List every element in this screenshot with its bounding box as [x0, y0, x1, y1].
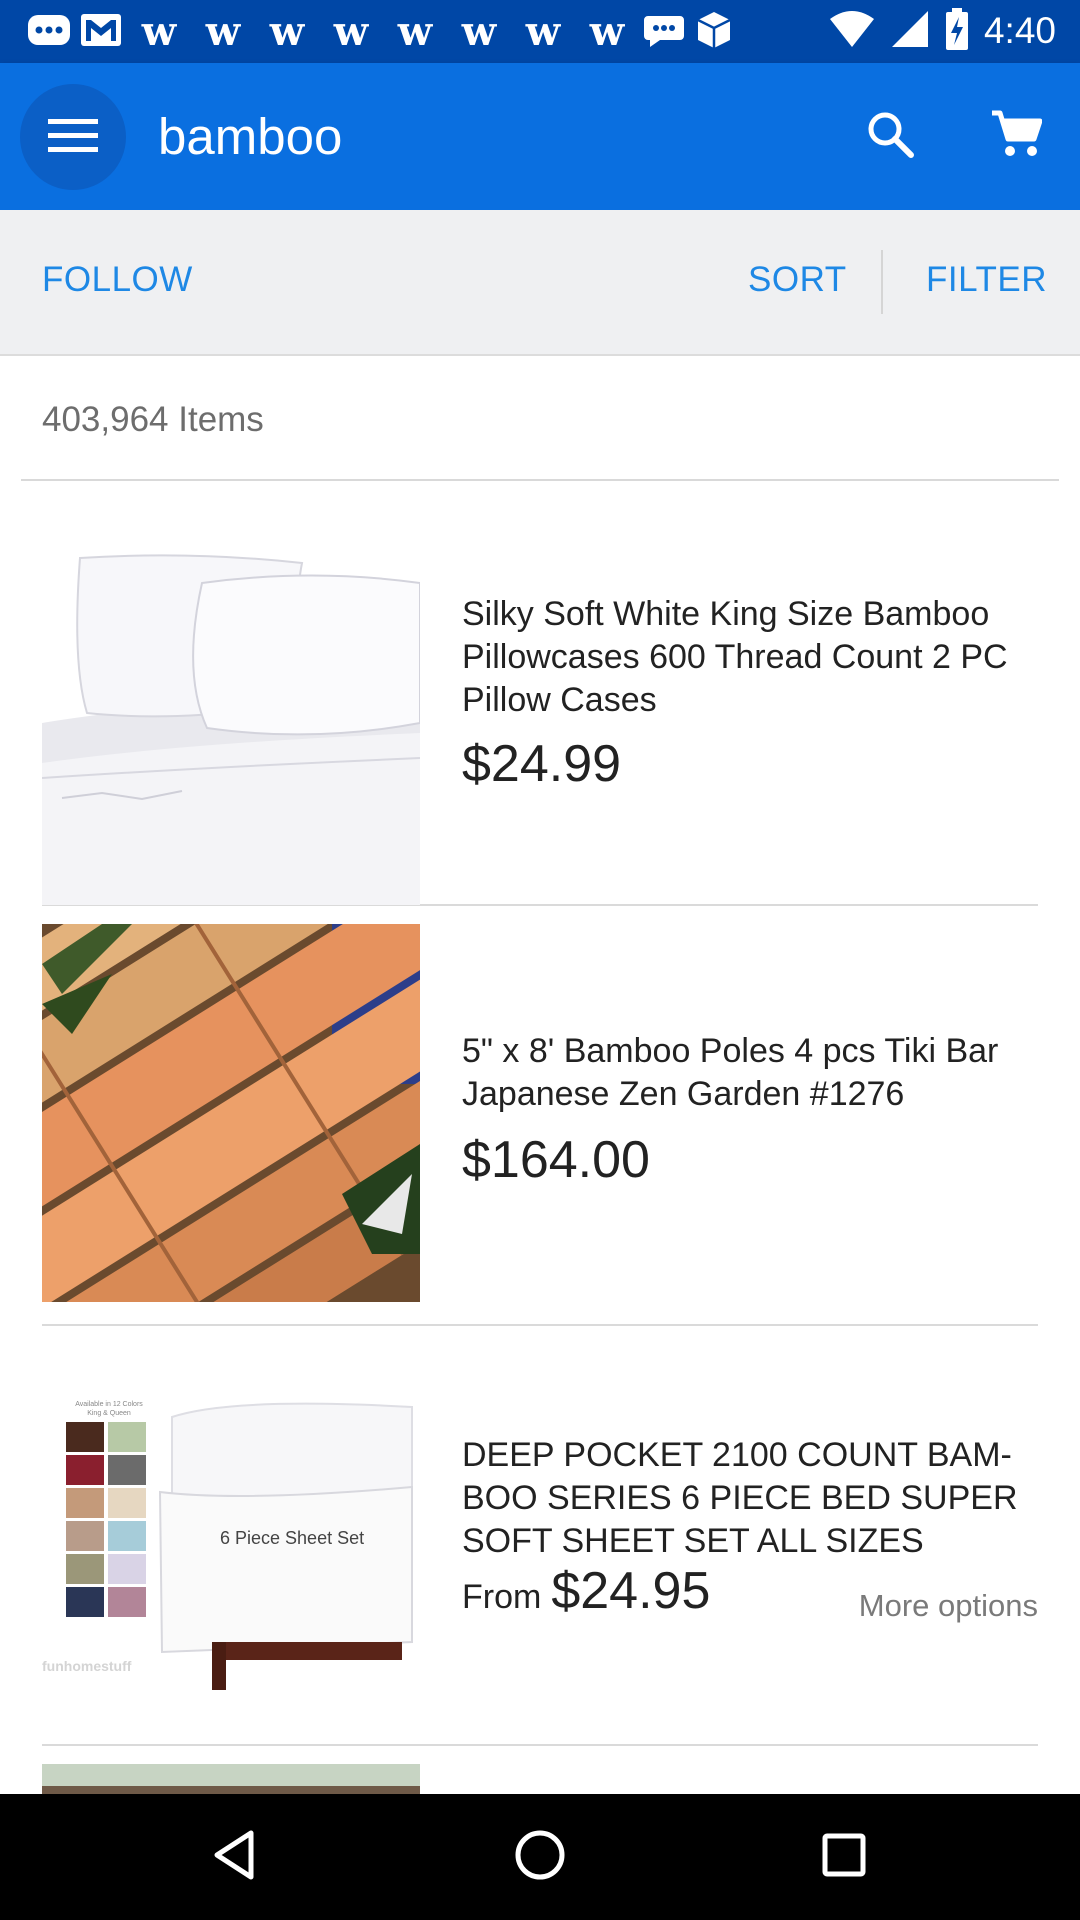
action-divider [881, 250, 883, 314]
notification-icons: w w w w w w w w [26, 8, 736, 55]
list-item[interactable]: Silky Soft White King Size Bamboo Pillow… [42, 529, 1038, 906]
follow-button[interactable]: FOLLOW [42, 260, 193, 300]
result-count: 403,964 Items [42, 400, 264, 439]
watermark: funhomestuff [42, 1658, 132, 1674]
list-item[interactable]: 5" x 8' Bamboo Poles 4 pcs Tiki Bar Japa… [42, 906, 1038, 1326]
more-options-link[interactable]: More options [859, 1588, 1038, 1624]
sort-button[interactable]: SORT [748, 260, 847, 300]
w-app-icon: w [141, 8, 177, 55]
message-icon [26, 11, 72, 54]
recents-button[interactable] [809, 1822, 879, 1892]
recents-icon [821, 1832, 867, 1883]
listing-title[interactable]: DEEP POCKET 2100 COUNT BAM-BOO SERIES 6 … [462, 1434, 1042, 1563]
listing-image[interactable] [42, 1764, 420, 1794]
cart-icon [990, 109, 1043, 164]
price-prefix: From [462, 1578, 542, 1616]
action-bar: FOLLOW SORT FILTER [0, 210, 1080, 356]
back-icon [211, 1829, 259, 1886]
listing-title[interactable]: 5" x 8' Bamboo Poles 4 pcs Tiki Bar Japa… [462, 1030, 1042, 1116]
listing-price-row: From $24.95 [462, 1561, 710, 1621]
status-bar: w w w w w w w w 4:40 [0, 0, 1080, 63]
w-app-icon: w [461, 8, 497, 55]
listing-price: $24.95 [551, 1562, 711, 1620]
swatch-header: Available in 12 Colors King & Queen [75, 1401, 143, 1417]
listing-price: $24.99 [462, 735, 622, 793]
list-item[interactable] [42, 1764, 420, 1794]
listing-price: $164.00 [462, 1131, 650, 1189]
package-icon [692, 8, 736, 57]
w-app-icon: w [205, 8, 241, 55]
listing-image[interactable] [42, 529, 420, 907]
listing-title[interactable]: Silky Soft White King Size Bamboo Pillow… [462, 593, 1042, 722]
cart-button[interactable] [983, 103, 1049, 169]
home-icon [514, 1829, 566, 1886]
w-app-icon: w [333, 8, 369, 55]
home-button[interactable] [505, 1822, 575, 1892]
w-app-icon: w [525, 8, 561, 55]
back-button[interactable] [200, 1822, 270, 1892]
menu-icon [48, 117, 98, 158]
search-icon [865, 109, 915, 164]
search-query-text[interactable]: bamboo [158, 107, 342, 167]
menu-button[interactable] [20, 84, 126, 190]
app-bar: bamboo [0, 63, 1080, 210]
gmail-icon [78, 10, 124, 55]
w-app-icon: w [589, 8, 625, 55]
filter-button[interactable]: FILTER [926, 260, 1047, 300]
chat-bubble-icon [642, 10, 686, 55]
divider [21, 479, 1059, 481]
image-caption: 6 Piece Sheet Set [220, 1528, 365, 1548]
clock: 4:40 [983, 10, 1056, 51]
w-app-icon: w [269, 8, 305, 55]
listing-image[interactable]: Available in 12 Colors King & Queen 6 Pi… [42, 1342, 420, 1720]
listing-image[interactable] [42, 924, 420, 1302]
search-button[interactable] [857, 103, 923, 169]
battery-charging-icon [944, 7, 970, 56]
w-app-icon: w [397, 8, 433, 55]
navigation-bar [0, 1794, 1080, 1920]
signal-icon [890, 9, 930, 54]
wifi-icon [828, 9, 876, 54]
system-icons: 4:40 [828, 7, 1056, 56]
list-item[interactable]: Available in 12 Colors King & Queen 6 Pi… [42, 1326, 1038, 1746]
